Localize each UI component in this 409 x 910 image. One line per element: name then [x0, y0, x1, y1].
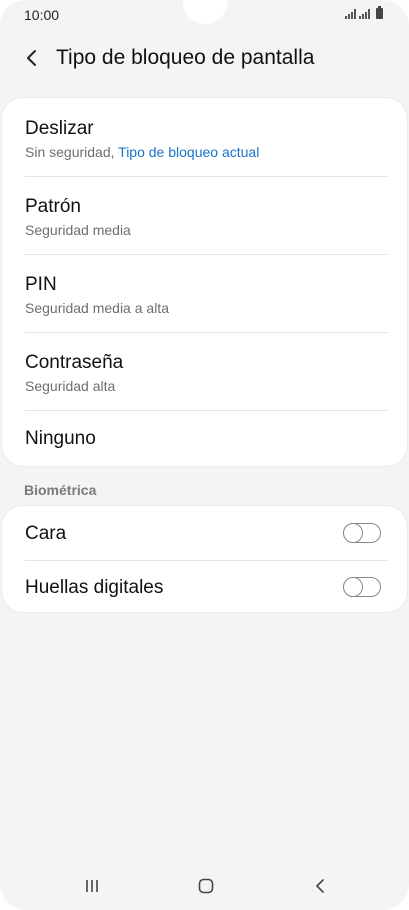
app-bar: Tipo de bloqueo de pantalla	[0, 40, 409, 76]
option-subtitle: Seguridad media	[25, 222, 131, 238]
option-title: Contraseña	[25, 352, 124, 373]
lock-option-swipe[interactable]: Deslizar Sin seguridad, Tipo de bloqueo …	[2, 98, 407, 176]
status-icons	[345, 6, 383, 19]
option-title: Huellas digitales	[25, 577, 164, 598]
option-subtitle: Sin seguridad, Tipo de bloqueo actual	[25, 144, 260, 160]
current-lock-type-label: Tipo de bloqueo actual	[118, 144, 260, 160]
fingerprint-toggle[interactable]	[342, 576, 381, 597]
lock-option-password[interactable]: Contraseña Seguridad alta	[2, 332, 407, 410]
battery-icon	[376, 6, 383, 19]
page-title: Tipo de bloqueo de pantalla	[56, 46, 315, 69]
option-title: Ninguno	[25, 428, 96, 449]
lock-option-pin[interactable]: PIN Seguridad media a alta	[2, 254, 407, 332]
status-bar: 10:00	[0, 0, 409, 32]
toggle-knob	[342, 576, 363, 597]
option-title: Patrón	[25, 196, 81, 217]
chevron-left-icon	[27, 50, 36, 66]
signal-icon-2	[359, 9, 370, 19]
nav-back-button[interactable]	[300, 874, 340, 898]
option-title: Deslizar	[25, 118, 94, 139]
lock-option-none[interactable]: Ninguno	[2, 410, 407, 468]
option-subtitle: Seguridad alta	[25, 378, 116, 394]
back-button[interactable]	[18, 44, 46, 72]
back-icon	[316, 879, 324, 893]
camera-notch	[183, 0, 227, 24]
recent-apps-button[interactable]	[72, 874, 112, 898]
option-title: PIN	[25, 274, 57, 295]
section-label-biometrics: Biométrica	[24, 482, 97, 498]
biometric-face-row[interactable]: Cara	[2, 506, 407, 560]
option-title: Cara	[25, 523, 67, 544]
navigation-bar	[0, 862, 409, 910]
screen: 10:00 Tipo de bloqueo de pantalla Desliz…	[0, 0, 409, 910]
home-icon	[198, 878, 214, 894]
face-toggle[interactable]	[342, 522, 381, 543]
biometric-fingerprint-row[interactable]: Huellas digitales	[2, 560, 407, 614]
toggle-knob	[342, 522, 363, 543]
lock-type-list: Deslizar Sin seguridad, Tipo de bloqueo …	[1, 97, 408, 467]
option-subtitle: Seguridad media a alta	[25, 300, 169, 316]
signal-icon	[345, 9, 356, 19]
biometrics-list: Cara Huellas digitales	[1, 505, 408, 613]
lock-option-pattern[interactable]: Patrón Seguridad media	[2, 176, 407, 254]
home-button[interactable]	[186, 874, 226, 898]
status-time: 10:00	[24, 7, 60, 23]
recent-apps-icon	[86, 880, 98, 892]
